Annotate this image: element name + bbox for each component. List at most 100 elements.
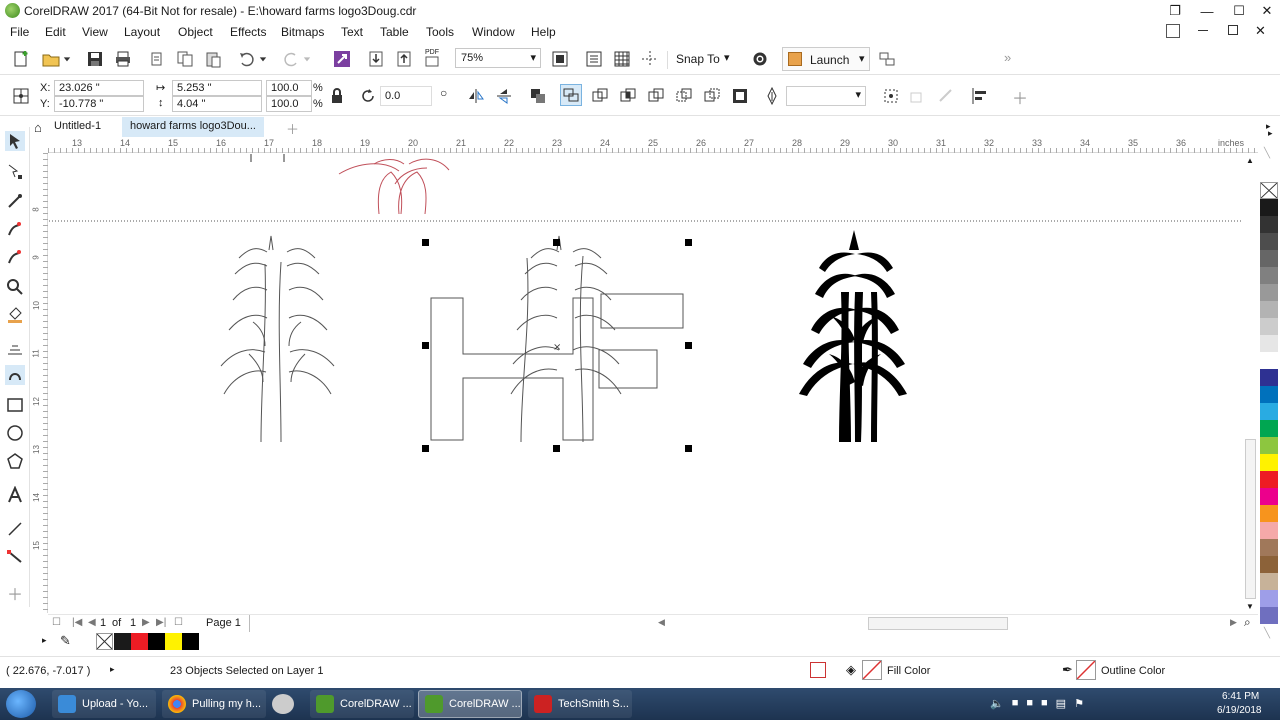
disabled-tool-icon-2[interactable]	[935, 85, 957, 107]
h-scroll-right-icon[interactable]: ▶	[1230, 617, 1237, 628]
menu-layout[interactable]: Layout	[124, 25, 160, 39]
crop-tool-icon[interactable]	[5, 191, 25, 211]
shape-tool-icon[interactable]	[5, 162, 25, 182]
doc-palette-swatch[interactable]	[182, 633, 199, 650]
vertical-ruler[interactable]: 8 9 10 11 12 13 14 15	[32, 153, 48, 613]
toolbar-overflow-icon[interactable]: »	[1004, 50, 1011, 65]
menu-effects[interactable]: Effects	[230, 25, 266, 39]
clock-date[interactable]: 6/19/2018	[1217, 705, 1262, 716]
palette-swatch[interactable]	[1260, 556, 1278, 573]
tab-untitled-1[interactable]: Untitled-1	[46, 117, 109, 137]
palette-swatch[interactable]	[1260, 488, 1278, 505]
fill-color-swatch[interactable]	[862, 660, 882, 680]
palette-swatch[interactable]	[1260, 522, 1278, 539]
last-page-icon[interactable]: ▶|	[156, 617, 166, 628]
h-scroll-thumb[interactable]	[868, 617, 1008, 630]
rectangle-tool-icon[interactable]	[5, 395, 25, 415]
redo-dropdown-icon[interactable]	[300, 48, 314, 70]
intersect-icon[interactable]	[617, 85, 639, 107]
vertical-scrollbar[interactable]: ▲ ▼	[1243, 154, 1257, 614]
scale-x-field[interactable]: 100.0	[266, 80, 312, 96]
tray-flag-icon[interactable]: ⚑	[1074, 697, 1084, 710]
smart-fill-icon[interactable]	[5, 305, 25, 325]
prev-page-icon[interactable]: ◀	[88, 617, 96, 628]
align-distribute-icon[interactable]	[880, 85, 902, 107]
pick-tool-icon[interactable]	[5, 131, 25, 151]
palette-expand-icon[interactable]: ▸	[1268, 128, 1273, 139]
taskbar-item-coreldraw-2[interactable]: CorelDRAW ...	[418, 690, 522, 718]
palette-swatch[interactable]	[1260, 607, 1278, 624]
palette-swatch[interactable]	[1260, 216, 1278, 233]
doc-minimize-icon[interactable]	[1198, 30, 1208, 31]
new-tab-icon[interactable]: ＋	[286, 119, 299, 138]
start-button[interactable]	[6, 690, 36, 718]
doc-no-color-swatch[interactable]	[96, 633, 113, 650]
polygon-tool-icon[interactable]	[5, 451, 25, 471]
group-icon[interactable]	[527, 85, 549, 107]
trim-icon[interactable]	[589, 85, 611, 107]
h-scroll-left-icon[interactable]: ◀	[658, 617, 665, 628]
palette-swatch[interactable]	[1260, 471, 1278, 488]
doc-palette-swatch[interactable]	[148, 633, 165, 650]
export-icon[interactable]	[393, 48, 415, 70]
menu-file[interactable]: File	[10, 25, 29, 39]
menu-help[interactable]: Help	[531, 25, 556, 39]
palette-swatch[interactable]	[1260, 301, 1278, 318]
tab-page-1[interactable]: Page 1	[198, 615, 250, 632]
tray-app-icon[interactable]: ■	[1012, 697, 1019, 710]
menu-bitmaps[interactable]: Bitmaps	[281, 25, 324, 39]
menu-edit[interactable]: Edit	[45, 25, 66, 39]
taskbar-item-chrome[interactable]: Pulling my h...	[162, 690, 266, 718]
parallel-dimension-icon[interactable]	[5, 519, 25, 539]
menu-object[interactable]: Object	[178, 25, 213, 39]
mirror-vertical-icon[interactable]	[493, 85, 515, 107]
color-proofing-icon[interactable]	[810, 662, 826, 678]
taskbar-item-coreldraw-1[interactable]: CorelDRAW ...	[310, 690, 414, 718]
align-left-icon[interactable]	[969, 85, 991, 107]
palette-swatch[interactable]	[1260, 539, 1278, 556]
drawing-canvas[interactable]: ×	[49, 154, 1241, 614]
palette-swatch[interactable]	[1260, 454, 1278, 471]
tray-app-icon-3[interactable]: ■	[1041, 697, 1048, 710]
undo-dropdown-icon[interactable]	[256, 48, 270, 70]
publish-pdf-icon[interactable]: PDF	[421, 48, 443, 70]
tray-volume-icon[interactable]: 🔈	[990, 697, 1004, 710]
back-minus-front-icon[interactable]	[701, 85, 723, 107]
taskbar-item-techsmith[interactable]: TechSmith S...	[528, 690, 632, 718]
simplify-icon[interactable]	[645, 85, 667, 107]
text-tool-icon[interactable]	[5, 485, 25, 505]
weld-icon[interactable]	[560, 84, 582, 106]
doc-palette-menu-icon[interactable]: ▸	[42, 635, 47, 646]
fill-bucket-icon[interactable]: ◈	[846, 662, 856, 678]
zoom-navigator-icon[interactable]: ⌕	[1244, 615, 1251, 630]
height-field[interactable]: 4.04 "	[172, 96, 262, 112]
v-scroll-thumb[interactable]	[1245, 439, 1256, 599]
open-icon[interactable]	[40, 48, 62, 70]
restore-icon[interactable]: ❐	[1158, 0, 1192, 22]
palette-swatch[interactable]	[1260, 403, 1278, 420]
welcome-home-icon[interactable]: ⌂	[34, 120, 42, 135]
object-origin-icon[interactable]	[10, 85, 32, 107]
snap-to-button[interactable]: Snap To	[676, 52, 720, 66]
first-page-icon[interactable]: |◀	[72, 617, 82, 628]
artistic-media-icon[interactable]	[5, 339, 25, 359]
front-minus-back-icon[interactable]	[673, 85, 695, 107]
ellipse-tool-icon[interactable]	[5, 423, 25, 443]
doc-restore-icon[interactable]	[1228, 25, 1238, 35]
launch-button[interactable]: Launch ▾	[782, 47, 870, 71]
open-recent-dropdown-icon[interactable]	[60, 48, 74, 70]
palette-scroll-down-icon[interactable]: ╲	[1264, 628, 1270, 639]
disabled-tool-icon[interactable]	[906, 85, 928, 107]
connector-tool-icon[interactable]	[5, 547, 25, 567]
full-screen-preview-icon[interactable]	[583, 48, 605, 70]
search-content-icon[interactable]	[331, 48, 353, 70]
undo-icon[interactable]	[236, 48, 258, 70]
options-gear-icon[interactable]	[749, 48, 771, 70]
new-document-icon[interactable]	[10, 48, 32, 70]
status-arrow-icon[interactable]: ▸	[110, 664, 115, 675]
menu-tools[interactable]: Tools	[426, 25, 454, 39]
create-boundary-icon[interactable]	[729, 85, 751, 107]
palette-swatch[interactable]	[1260, 505, 1278, 522]
corel-connect-icon[interactable]	[876, 48, 898, 70]
palette-swatch[interactable]	[1260, 199, 1278, 216]
